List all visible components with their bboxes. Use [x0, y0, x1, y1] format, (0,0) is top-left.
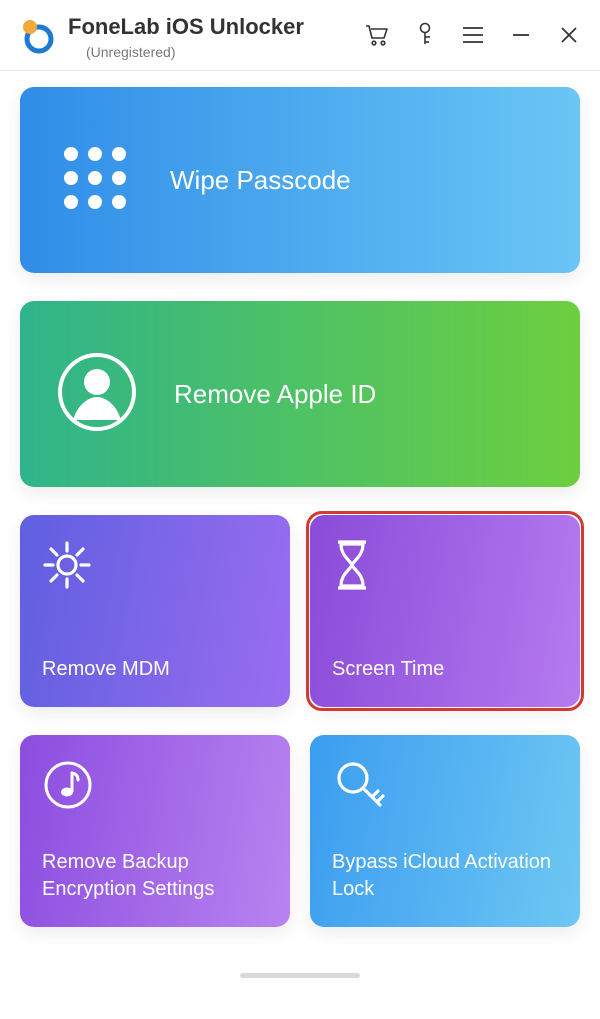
- card-row-2: Remove Backup Encryption Settings Bypass…: [20, 735, 580, 927]
- keypad-icon: [56, 139, 134, 222]
- key-icon[interactable]: [412, 22, 438, 48]
- card-label: Wipe Passcode: [170, 165, 351, 196]
- card-remove-backup-encryption[interactable]: Remove Backup Encryption Settings: [20, 735, 290, 927]
- cart-icon[interactable]: [364, 22, 390, 48]
- title-bar: FoneLab iOS Unlocker (Unregistered): [0, 0, 600, 71]
- scroll-indicator[interactable]: [240, 973, 360, 978]
- menu-icon[interactable]: [460, 22, 486, 48]
- card-remove-apple-id[interactable]: Remove Apple ID: [20, 301, 580, 487]
- card-wipe-passcode[interactable]: Wipe Passcode: [20, 87, 580, 273]
- card-screen-time[interactable]: Screen Time: [310, 515, 580, 707]
- close-icon[interactable]: [556, 22, 582, 48]
- main-content: Wipe Passcode Remove Apple ID: [0, 71, 600, 1019]
- card-label: Remove Backup Encryption Settings: [42, 849, 270, 903]
- app-window: FoneLab iOS Unlocker (Unregistered): [0, 0, 600, 1019]
- hourglass-icon: [332, 537, 372, 593]
- title-block: FoneLab iOS Unlocker (Unregistered): [68, 14, 304, 60]
- brand-block: FoneLab iOS Unlocker (Unregistered): [16, 14, 304, 60]
- window-controls: [364, 14, 582, 48]
- card-bypass-icloud[interactable]: Bypass iCloud Activation Lock: [310, 735, 580, 927]
- card-label: Remove Apple ID: [174, 379, 376, 410]
- card-label: Remove MDM: [42, 656, 170, 683]
- minimize-icon[interactable]: [508, 22, 534, 48]
- magnifier-key-icon: [332, 757, 388, 813]
- user-icon: [56, 351, 138, 438]
- app-title: FoneLab iOS Unlocker: [68, 14, 304, 40]
- app-logo: [16, 16, 56, 56]
- card-remove-mdm[interactable]: Remove MDM: [20, 515, 290, 707]
- registration-status: (Unregistered): [86, 44, 304, 60]
- card-label: Screen Time: [332, 656, 444, 683]
- gear-icon: [42, 537, 92, 593]
- music-note-icon: [42, 757, 94, 813]
- card-label: Bypass iCloud Activation Lock: [332, 849, 560, 903]
- card-row-1: Remove MDM Screen Time: [20, 515, 580, 707]
